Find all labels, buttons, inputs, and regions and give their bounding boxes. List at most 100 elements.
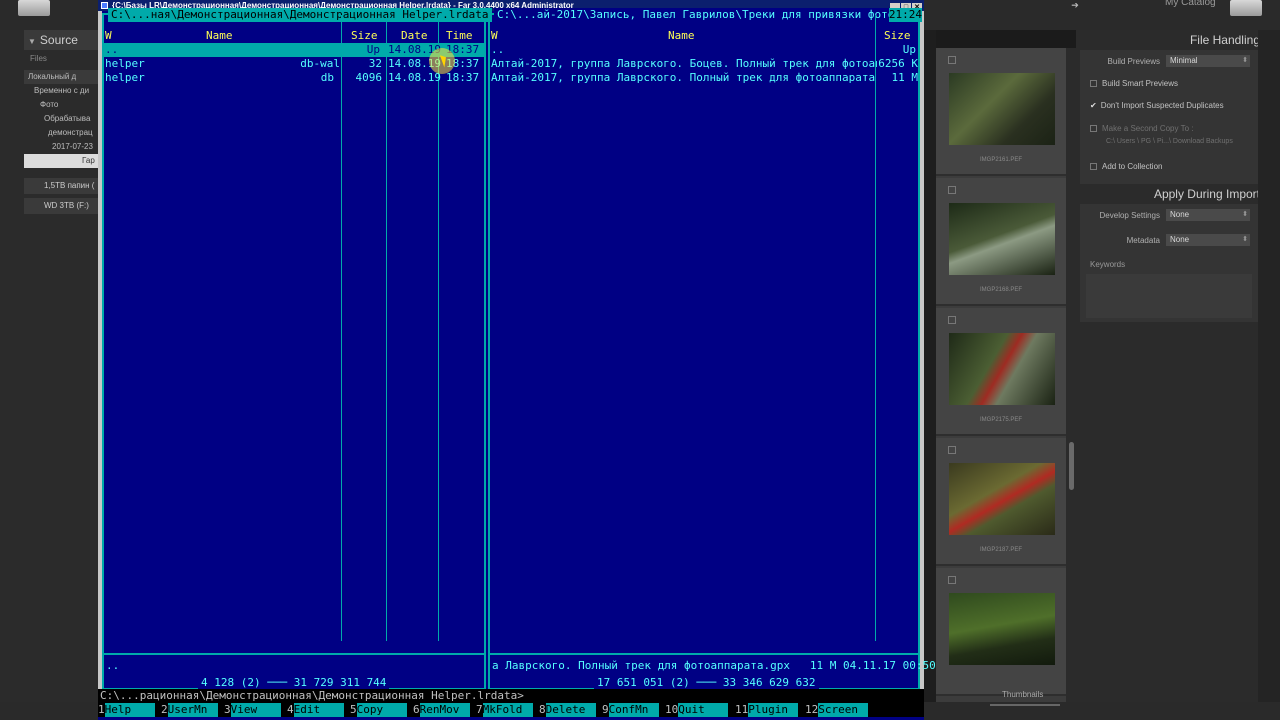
tree-item[interactable]: Локальный д <box>24 70 98 84</box>
key-f2-usermenu[interactable]: 2UserMn <box>161 703 218 717</box>
column-header-size[interactable]: Size <box>884 29 911 43</box>
include-checkbox[interactable] <box>948 56 956 64</box>
tree-item-selected[interactable]: Гар <box>24 154 98 168</box>
file-name: .. <box>105 43 119 56</box>
file-time: 18:37 <box>446 71 480 84</box>
dont-import-duplicates-option[interactable]: ✔ Don't Import Suspected Duplicates <box>1090 101 1224 110</box>
build-smart-previews-option[interactable]: Build Smart Previews <box>1090 79 1178 88</box>
develop-settings-select[interactable]: None <box>1166 209 1250 221</box>
photo-thumbnail[interactable] <box>949 593 1055 665</box>
catalog-drive-icon[interactable] <box>1230 0 1262 16</box>
apply-during-import-header[interactable]: Apply During Import <box>1080 184 1260 204</box>
build-previews-select[interactable]: Minimal <box>1166 55 1250 67</box>
include-checkbox[interactable] <box>948 576 956 584</box>
file-handling-header[interactable]: File Handling <box>1080 30 1260 50</box>
drive-icon[interactable] <box>18 0 50 16</box>
column-header-time[interactable]: Time <box>446 29 473 43</box>
grid-scrollbar[interactable] <box>1066 48 1076 703</box>
collapse-triangle-icon[interactable]: ▼ <box>28 37 36 46</box>
grid-cell[interactable] <box>936 568 1066 696</box>
far-app-icon[interactable] <box>101 2 108 9</box>
tree-item[interactable]: Временно с ди <box>24 84 98 98</box>
grid-cell[interactable]: IMGP2161.PEF <box>936 48 1066 176</box>
file-size: 11 M <box>891 71 919 84</box>
thumbnail-grid: IMGP2161.PEF IMGP2168.PEF IMGP2175.PEF I… <box>936 48 1066 703</box>
panel-divider <box>490 653 918 655</box>
import-options-panel: File Handling Build Previews Minimal Bui… <box>1076 30 1280 702</box>
right-panel-path[interactable]: C:\...ай-2017\Запись, Павел Гаврилов\Тре… <box>494 8 898 22</box>
grid-cell[interactable]: IMGP2175.PEF <box>936 308 1066 436</box>
right-panel-totals: 17 651 051 (2) ─── 33 346 629 632 <box>594 676 819 690</box>
key-f7-mkfold[interactable]: 7MkFold <box>476 703 533 717</box>
column-header-date[interactable]: Date <box>401 29 428 43</box>
command-prompt: C:\...рационная\Демонстрационная\Демонст… <box>100 689 524 702</box>
command-line[interactable]: C:\...рационная\Демонстрационная\Демонст… <box>98 689 924 703</box>
key-f8-delete[interactable]: 8Delete <box>539 703 596 717</box>
right-info-line: а Лаврского. Полный трек для фотоаппарат… <box>492 659 936 672</box>
key-f4-edit[interactable]: 4Edit <box>287 703 344 717</box>
make-second-copy-option[interactable]: Make a Second Copy To : <box>1090 124 1193 133</box>
source-header[interactable]: ▼ Source <box>24 30 98 50</box>
key-f5-copy[interactable]: 5Copy <box>350 703 407 717</box>
volume-item[interactable]: 1,5TB папин ( <box>24 178 98 194</box>
panel-divider <box>104 653 484 655</box>
file-date: 14.08.19 <box>388 71 441 84</box>
key-f9-confmenu[interactable]: 9ConfMn <box>602 703 659 717</box>
photo-thumbnail[interactable] <box>949 333 1055 405</box>
include-checkbox[interactable] <box>948 186 956 194</box>
column-header-size[interactable]: Size <box>351 29 378 43</box>
file-size: 32 <box>368 57 382 70</box>
scrollbar-thumb[interactable] <box>1069 442 1074 490</box>
file-name: Алтай-2017, группа Лаврского. Боцев. Пол… <box>491 57 877 70</box>
file-size: 6256 K <box>878 57 918 70</box>
grid-cell[interactable]: IMGP2168.PEF <box>936 178 1066 306</box>
metadata-select[interactable]: None <box>1166 234 1250 246</box>
photo-thumbnail[interactable] <box>949 203 1055 275</box>
file-size: Up <box>366 43 380 56</box>
checkbox-disabled <box>1090 125 1097 132</box>
column-header-name[interactable]: Name <box>668 29 695 43</box>
thumbnails-slider[interactable] <box>990 704 1060 706</box>
key-f11-plugin[interactable]: 11Plugin <box>735 703 799 717</box>
checkbox-unchecked[interactable] <box>1090 80 1097 87</box>
key-f10-quit[interactable]: 10Quit <box>665 703 729 717</box>
right-edge <box>1258 30 1280 702</box>
tree-item[interactable]: Обрабатыва <box>24 112 98 126</box>
column-separator <box>875 15 876 641</box>
file-handling-box: Build Previews Minimal Build Smart Previ… <box>1080 50 1260 184</box>
file-name: .. <box>491 43 505 56</box>
column-header-name[interactable]: Name <box>206 29 233 43</box>
column-separator <box>438 15 439 641</box>
files-label: Files <box>30 54 47 63</box>
grid-cell[interactable]: IMGP2187.PEF <box>936 438 1066 566</box>
far-manager-window: {C:\Базы LR\Демонстрационная\Демонстраци… <box>98 0 936 720</box>
photo-thumbnail[interactable] <box>949 463 1055 535</box>
tree-item[interactable]: 2017-07-23 <box>24 140 98 154</box>
include-checkbox[interactable] <box>948 316 956 324</box>
checkmark-icon[interactable]: ✔ <box>1090 101 1097 110</box>
thumbnails-label: Thumbnails <box>1002 690 1044 699</box>
right-file-panel[interactable]: C:\...ай-2017\Запись, Павел Гаврилов\Тре… <box>488 8 936 690</box>
checkbox-unchecked[interactable] <box>1090 163 1097 170</box>
function-key-bar: 1Help 2UserMn 3View 4Edit 5Copy 6RenMov … <box>98 703 924 717</box>
include-checkbox[interactable] <box>948 446 956 454</box>
volume-item[interactable]: WD 3TB (F:) <box>24 198 98 214</box>
key-f1-help[interactable]: 1Help <box>98 703 155 717</box>
apply-during-import-box: Develop Settings None Metadata None Keyw… <box>1080 204 1260 322</box>
add-to-collection-option[interactable]: Add to Collection <box>1090 162 1162 171</box>
file-row-selected[interactable]: .. Up 14.08.19 18:37 <box>104 43 484 57</box>
arrow-right-icon[interactable]: ➔ <box>1068 0 1082 10</box>
left-info-line: .. <box>106 659 120 672</box>
left-panel-path[interactable]: C:\...ная\Демонстрационная\Демонстрацион… <box>108 8 492 22</box>
key-f3-view[interactable]: 3View <box>224 703 281 717</box>
file-extension: db-wal <box>300 57 340 70</box>
build-previews-label: Build Previews <box>1107 57 1160 66</box>
key-f6-renmov[interactable]: 6RenMov <box>413 703 470 717</box>
left-file-panel[interactable]: C:\...ная\Демонстрационная\Демонстрацион… <box>102 8 492 690</box>
tree-item[interactable]: демонстрац <box>24 126 98 140</box>
tree-item[interactable]: Фото <box>24 98 98 112</box>
photo-thumbnail[interactable] <box>949 73 1055 145</box>
left-panel-totals: 4 128 (2) ─── 31 729 311 744 <box>198 676 390 690</box>
key-f12-screen[interactable]: 12Screen <box>805 703 869 717</box>
keywords-input[interactable] <box>1086 274 1252 318</box>
